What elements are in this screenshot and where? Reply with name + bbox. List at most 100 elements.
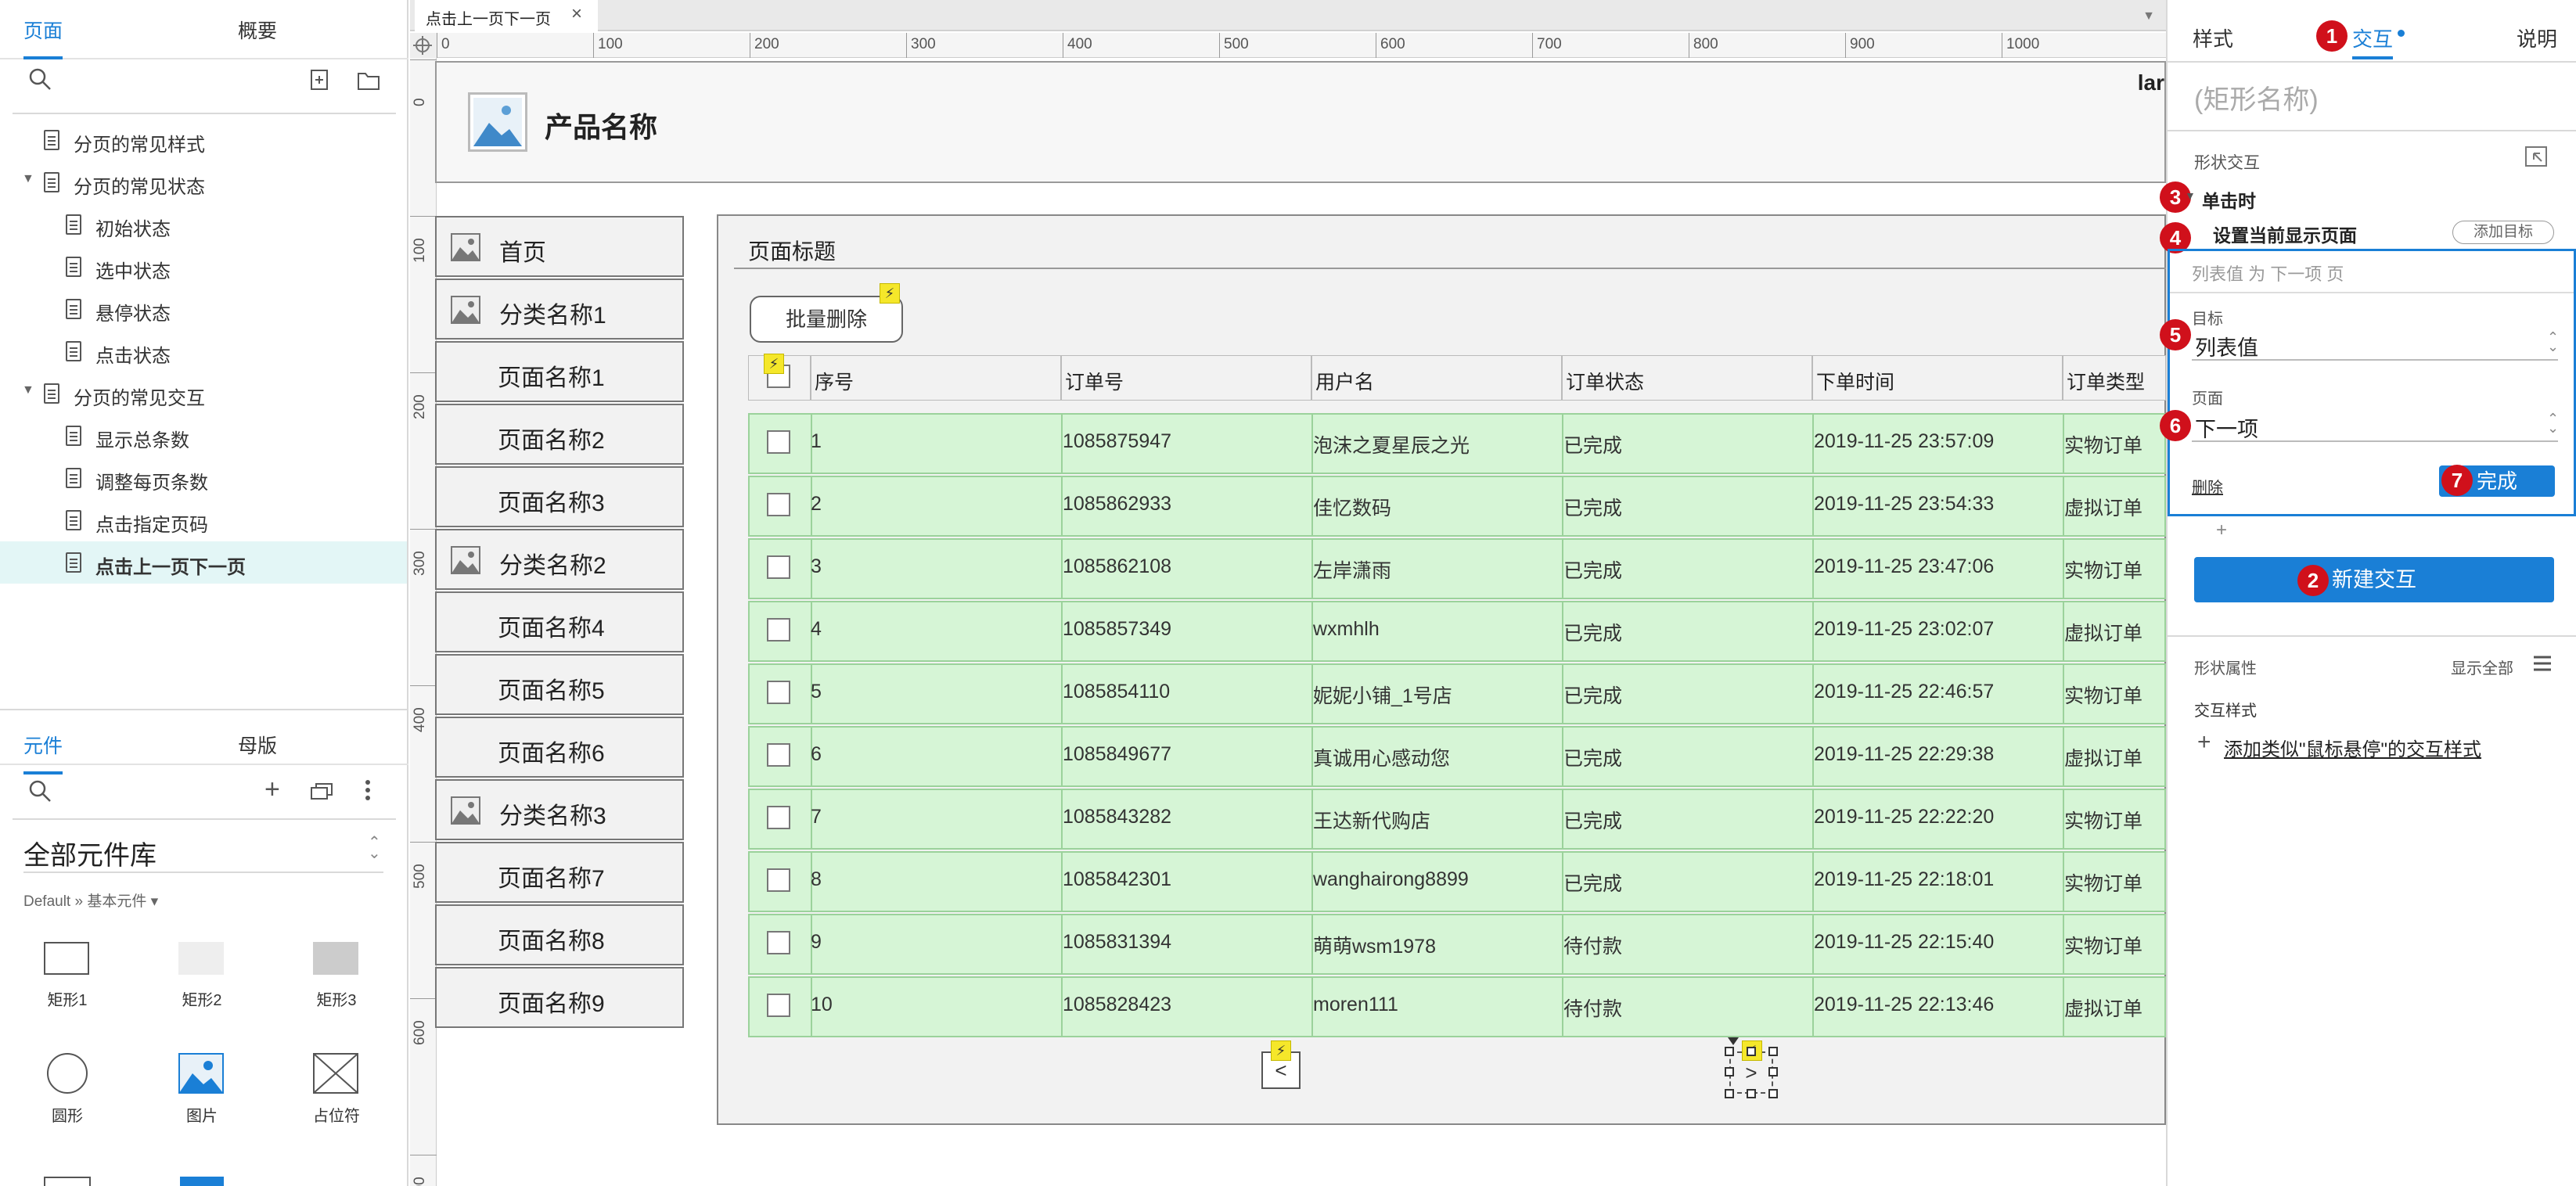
collapse-arrow-icon[interactable]: ▼	[2185, 189, 2196, 202]
widget-placeholder[interactable]: 占位符	[274, 1050, 399, 1167]
tree-item-label: 调整每页条数	[95, 473, 208, 494]
column-header[interactable]: 序号	[811, 355, 1061, 401]
select-arrows-icon[interactable]: ⌃ ⌄	[2547, 412, 2559, 435]
expand-icon[interactable]	[2524, 146, 2548, 171]
column-header[interactable]: 订单号	[1061, 355, 1311, 401]
tree-item[interactable]: 点击上一页下一页	[0, 541, 407, 584]
tree-item[interactable]: 调整每页条数	[0, 457, 407, 499]
document-tab[interactable]: 点击上一页下一页 ×	[415, 0, 598, 31]
nav-item[interactable]: 页面名称9	[435, 967, 684, 1028]
row-checkbox[interactable]	[767, 931, 790, 954]
nav-item[interactable]: 页面名称8	[435, 904, 684, 965]
resize-handle[interactable]	[1768, 1089, 1778, 1098]
library-select[interactable]: 全部元件库	[23, 834, 157, 872]
library-select-arrows-icon[interactable]: ⌃ ⌄	[368, 835, 381, 861]
close-icon[interactable]: ×	[571, 3, 582, 25]
nav-item[interactable]: 分类名称2	[435, 529, 684, 590]
add-library-icon[interactable]: +	[264, 774, 280, 805]
nav-item[interactable]: 页面名称7	[435, 842, 684, 903]
row-checkbox[interactable]	[767, 555, 790, 579]
tree-item[interactable]: 选中状态	[0, 246, 407, 288]
add-action-icon[interactable]: +	[2216, 519, 2227, 541]
resize-handle[interactable]	[1725, 1089, 1734, 1098]
tree-item[interactable]: 悬停状态	[0, 288, 407, 330]
nav-item[interactable]: 分类名称3	[435, 779, 684, 840]
tab-dropdown-icon[interactable]: ▼	[2142, 9, 2155, 23]
row-checkbox[interactable]	[767, 868, 790, 892]
delete-link[interactable]: 删除	[2192, 475, 2223, 498]
tree-item[interactable]: ▼ 分页的常见交互	[0, 372, 407, 415]
widget-rect2[interactable]: 矩形2	[139, 936, 264, 1053]
column-header[interactable]: 订单类型	[2063, 355, 2166, 401]
column-header[interactable]: 用户名	[1311, 355, 1562, 401]
tree-item[interactable]: 点击指定页码	[0, 499, 407, 541]
library-breadcrumb[interactable]: Default » 基本元件 ▾	[23, 890, 158, 911]
more-options-icon[interactable]	[365, 779, 371, 807]
resize-handle[interactable]	[1747, 1047, 1756, 1056]
expand-arrow-icon[interactable]: ▼	[22, 383, 34, 397]
nav-item[interactable]: 页面名称1	[435, 341, 684, 402]
nav-item[interactable]: 分类名称1	[435, 279, 684, 340]
resize-handle[interactable]	[1768, 1067, 1778, 1076]
table-cell: 1085831394	[1063, 931, 1172, 953]
widget-label: 图片	[186, 1108, 218, 1125]
tree-item[interactable]: 分页的常见样式	[0, 119, 407, 161]
add-style-icon[interactable]: +	[2197, 729, 2211, 756]
row-checkbox[interactable]	[767, 994, 790, 1017]
add-folder-icon[interactable]	[357, 70, 380, 96]
row-checkbox[interactable]	[767, 806, 790, 829]
tree-item[interactable]: 初始状态	[0, 203, 407, 246]
page-select[interactable]: 下一项	[2195, 412, 2258, 443]
column-header[interactable]: 下单时间	[1812, 355, 2063, 401]
add-hover-style-link[interactable]: 添加类似"鼠标悬停"的交互样式	[2224, 734, 2481, 761]
tab-masters[interactable]: 母版	[238, 731, 277, 759]
logo-image[interactable]	[468, 92, 527, 152]
row-checkbox[interactable]	[767, 430, 790, 454]
tree-item[interactable]: ▼ 分页的常见状态	[0, 161, 407, 203]
resize-handle[interactable]	[1725, 1047, 1734, 1056]
nav-item[interactable]: 页面名称5	[435, 654, 684, 715]
row-checkbox[interactable]	[767, 743, 790, 767]
image-placeholder-icon	[451, 233, 480, 261]
add-target-button[interactable]: 添加目标	[2452, 221, 2554, 244]
widget-image[interactable]: 图片	[139, 1050, 264, 1167]
copy-library-icon[interactable]	[310, 781, 333, 806]
tab-widgets[interactable]: 元件	[23, 731, 63, 774]
action-name[interactable]: 设置当前显示页面	[2213, 221, 2357, 247]
row-checkbox[interactable]	[767, 493, 790, 516]
widget-rect3[interactable]: 矩形3	[274, 936, 399, 1053]
on-click-event[interactable]: 单击时	[2202, 186, 2256, 213]
show-all-link[interactable]: 显示全部	[2451, 656, 2513, 678]
add-page-icon[interactable]	[310, 69, 330, 96]
shape-name-field[interactable]: (矩形名称)	[2194, 78, 2319, 117]
new-interaction-button[interactable]: 新建交互	[2194, 557, 2554, 602]
row-checkbox[interactable]	[767, 618, 790, 642]
column-header[interactable]: 订单状态	[1562, 355, 1812, 401]
rotate-handle-icon[interactable]	[1728, 1037, 1739, 1045]
nav-item[interactable]: 页面名称6	[435, 717, 684, 778]
row-checkbox[interactable]	[767, 681, 790, 704]
tree-item[interactable]: 显示总条数	[0, 415, 407, 457]
tab-style[interactable]: 样式	[2193, 23, 2233, 52]
nav-item[interactable]: 首页	[435, 216, 684, 277]
search-icon[interactable]	[28, 67, 52, 96]
widget-circle[interactable]: 圆形	[5, 1050, 130, 1167]
nav-item[interactable]: 页面名称2	[435, 404, 684, 465]
tab-pages[interactable]: 页面	[23, 16, 63, 59]
expand-arrow-icon[interactable]: ▼	[22, 172, 34, 186]
library-search-icon[interactable]	[28, 779, 52, 808]
tab-outline[interactable]: 概要	[238, 16, 277, 44]
nav-item[interactable]: 页面名称4	[435, 591, 684, 652]
nav-item[interactable]: 页面名称3	[435, 466, 684, 527]
target-select[interactable]: 列表值	[2195, 331, 2258, 361]
select-arrows-icon[interactable]: ⌃ ⌄	[2547, 330, 2559, 354]
widget-rect1[interactable]: 矩形1	[5, 936, 130, 1053]
resize-handle[interactable]	[1768, 1047, 1778, 1056]
resize-handle[interactable]	[1725, 1067, 1734, 1076]
tree-item[interactable]: 点击状态	[0, 330, 407, 372]
tab-interaction[interactable]: 交互	[2352, 23, 2393, 52]
tab-notes[interactable]: 说明	[2517, 23, 2557, 52]
page-header[interactable]: 产品名称 lar	[435, 61, 2166, 183]
resize-handle[interactable]	[1747, 1089, 1756, 1098]
menu-icon[interactable]	[2532, 654, 2553, 677]
